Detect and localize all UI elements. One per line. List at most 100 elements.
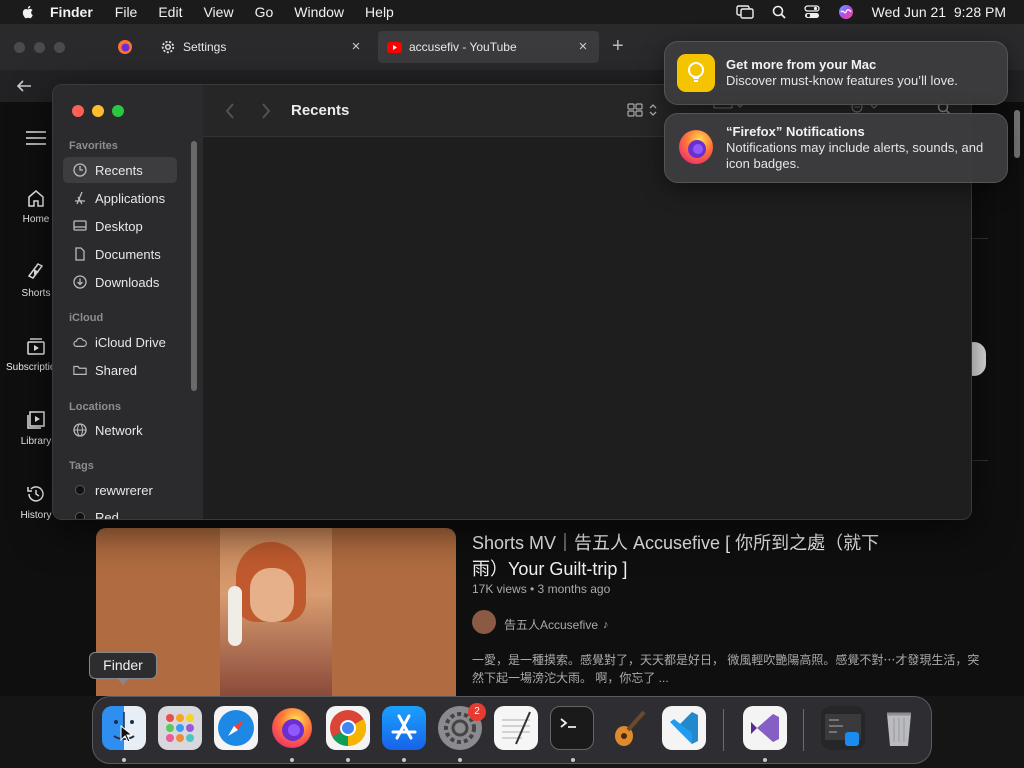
back-chevron-icon[interactable] — [225, 103, 235, 119]
new-tab-button[interactable]: + — [612, 35, 624, 58]
video-title-line: Shorts MV｜告五人 Accusefive [ 你所到之處（就下 — [472, 533, 880, 553]
firefox-view-icon[interactable] — [117, 39, 133, 55]
close-icon[interactable]: × — [348, 39, 364, 55]
document-icon — [73, 247, 87, 261]
section-locations: Locations — [69, 401, 121, 413]
apple-icon[interactable] — [20, 4, 36, 20]
sidebar-item-label: Network — [95, 422, 143, 438]
dock-tooltip: Finder — [89, 652, 157, 679]
tooltip-pointer — [117, 678, 129, 685]
forward-chevron-icon[interactable] — [261, 103, 271, 119]
sidebar-item-desktop[interactable]: Desktop — [63, 213, 177, 239]
notification-body: Discover must-know features you’ll love. — [726, 73, 958, 88]
sidebar-item-label: Shared — [95, 362, 137, 378]
menu-view[interactable]: View — [203, 4, 233, 20]
section-favorites: Favorites — [69, 140, 118, 152]
video-title[interactable]: Shorts MV｜告五人 Accusefive [ 你所到之處（就下 雨）Yo… — [472, 530, 892, 582]
tab-youtube[interactable]: accusefiv - YouTube × — [378, 31, 599, 63]
dock-app-store[interactable] — [382, 706, 426, 750]
thumbnail-face — [250, 568, 294, 622]
video-description-line: 然下起一場滂沱大雨。 啊，你忘了 ... — [472, 671, 669, 685]
zoom-button[interactable] — [112, 105, 124, 117]
channel-name[interactable]: 告五人Accusefive ♪ — [504, 616, 609, 633]
dock-chrome[interactable] — [326, 706, 370, 750]
dock-vscode[interactable] — [662, 706, 706, 750]
siri-icon[interactable] — [838, 4, 854, 20]
tab-settings[interactable]: Settings × — [150, 31, 372, 63]
dock-preview[interactable] — [821, 706, 865, 750]
sidebar-scrollbar[interactable] — [191, 141, 197, 391]
history-icon — [27, 486, 44, 502]
window-close-button[interactable] — [14, 42, 25, 53]
dock-garageband[interactable] — [606, 706, 650, 750]
dock-textedit[interactable] — [494, 706, 538, 750]
menu-edit[interactable]: Edit — [158, 4, 182, 20]
sidebar-item-icloud-drive[interactable]: iCloud Drive — [63, 329, 177, 355]
page-scrollbar[interactable] — [1014, 110, 1020, 158]
dock-launchpad[interactable] — [158, 706, 202, 750]
section-tags: Tags — [69, 460, 94, 472]
menu-datetime[interactable]: Wed Jun 21 9:28 PM — [872, 4, 1006, 20]
clock-icon — [73, 163, 87, 177]
dock-separator — [803, 709, 804, 751]
notification-tips[interactable]: Get more from your Mac Discover must-kno… — [664, 41, 1008, 105]
sidebar-item-tag[interactable]: Red — [63, 504, 177, 520]
download-icon — [73, 275, 87, 289]
menu-help[interactable]: Help — [365, 4, 394, 20]
library-icon — [27, 411, 45, 429]
video-description-line: 一愛，是一種摸索。感覺對了，天天都是好日， 微風輕吹艷陽高照。感覺不對⋯才發現生… — [472, 653, 980, 667]
menu-file[interactable]: File — [115, 4, 138, 20]
notification-firefox[interactable]: “Firefox” Notifications Notifications ma… — [664, 113, 1008, 183]
sidebar-item-shared[interactable]: Shared — [63, 357, 177, 383]
sidebar-item-documents[interactable]: Documents — [63, 241, 177, 267]
minimize-button[interactable] — [92, 105, 104, 117]
yt-content-divider — [972, 238, 988, 239]
close-button[interactable] — [72, 105, 84, 117]
desktop-icon — [73, 219, 87, 233]
window-minimize-button[interactable] — [34, 42, 45, 53]
dock-firefox[interactable] — [270, 706, 314, 750]
grid-view-icon[interactable] — [627, 103, 643, 117]
dock-safari[interactable] — [214, 706, 258, 750]
video-meta: 17K views • 3 months ago — [472, 582, 611, 596]
sidebar-item-label: Desktop — [95, 218, 143, 234]
channel-avatar[interactable] — [472, 610, 496, 634]
sidebar-item-network[interactable]: Network — [63, 417, 177, 443]
dock-visual-studio[interactable] — [743, 706, 787, 750]
channel-name-text: 告五人Accusefive — [504, 618, 599, 632]
hamburger-menu-icon[interactable] — [26, 131, 46, 145]
running-indicator — [458, 758, 462, 762]
sidebar-item-recents[interactable]: Recents — [63, 157, 177, 183]
sidebar-item-applications[interactable]: Applications — [63, 185, 177, 211]
running-indicator — [346, 758, 350, 762]
notification-body: Notifications may include alerts, sounds… — [726, 140, 984, 171]
tag-dot-icon — [73, 483, 87, 497]
close-icon[interactable]: × — [575, 39, 591, 55]
running-indicator — [122, 758, 126, 762]
dock-trash[interactable] — [877, 706, 921, 750]
spotlight-search-icon[interactable] — [772, 5, 786, 19]
menu-app-name[interactable]: Finder — [50, 4, 93, 20]
menu-go[interactable]: Go — [255, 4, 274, 20]
back-arrow-icon[interactable] — [16, 80, 32, 92]
finder-title: Recents — [291, 102, 350, 119]
globe-icon — [73, 423, 87, 437]
sidebar-item-label: Red — [95, 509, 119, 520]
notification-title: Get more from your Mac — [726, 57, 877, 72]
window-zoom-button[interactable] — [54, 42, 65, 53]
shorts-icon — [27, 263, 44, 279]
control-center-icon[interactable] — [803, 5, 820, 19]
sidebar-item-tag[interactable]: rewwrerer — [63, 477, 177, 503]
dock-terminal[interactable] — [550, 706, 594, 750]
video-title-line: 雨）Your Guilt-trip ] — [472, 559, 628, 579]
menu-window[interactable]: Window — [294, 4, 344, 20]
running-indicator — [402, 758, 406, 762]
tips-icon — [677, 54, 715, 92]
sidebar-item-downloads[interactable]: Downloads — [63, 269, 177, 295]
notification-title: “Firefox” Notifications — [726, 124, 865, 139]
mouse-cursor-icon — [120, 725, 132, 743]
chevron-updown-icon[interactable] — [649, 103, 657, 117]
applications-icon — [73, 191, 87, 205]
youtube-icon — [387, 41, 402, 53]
screen-mirroring-icon[interactable] — [735, 5, 754, 19]
